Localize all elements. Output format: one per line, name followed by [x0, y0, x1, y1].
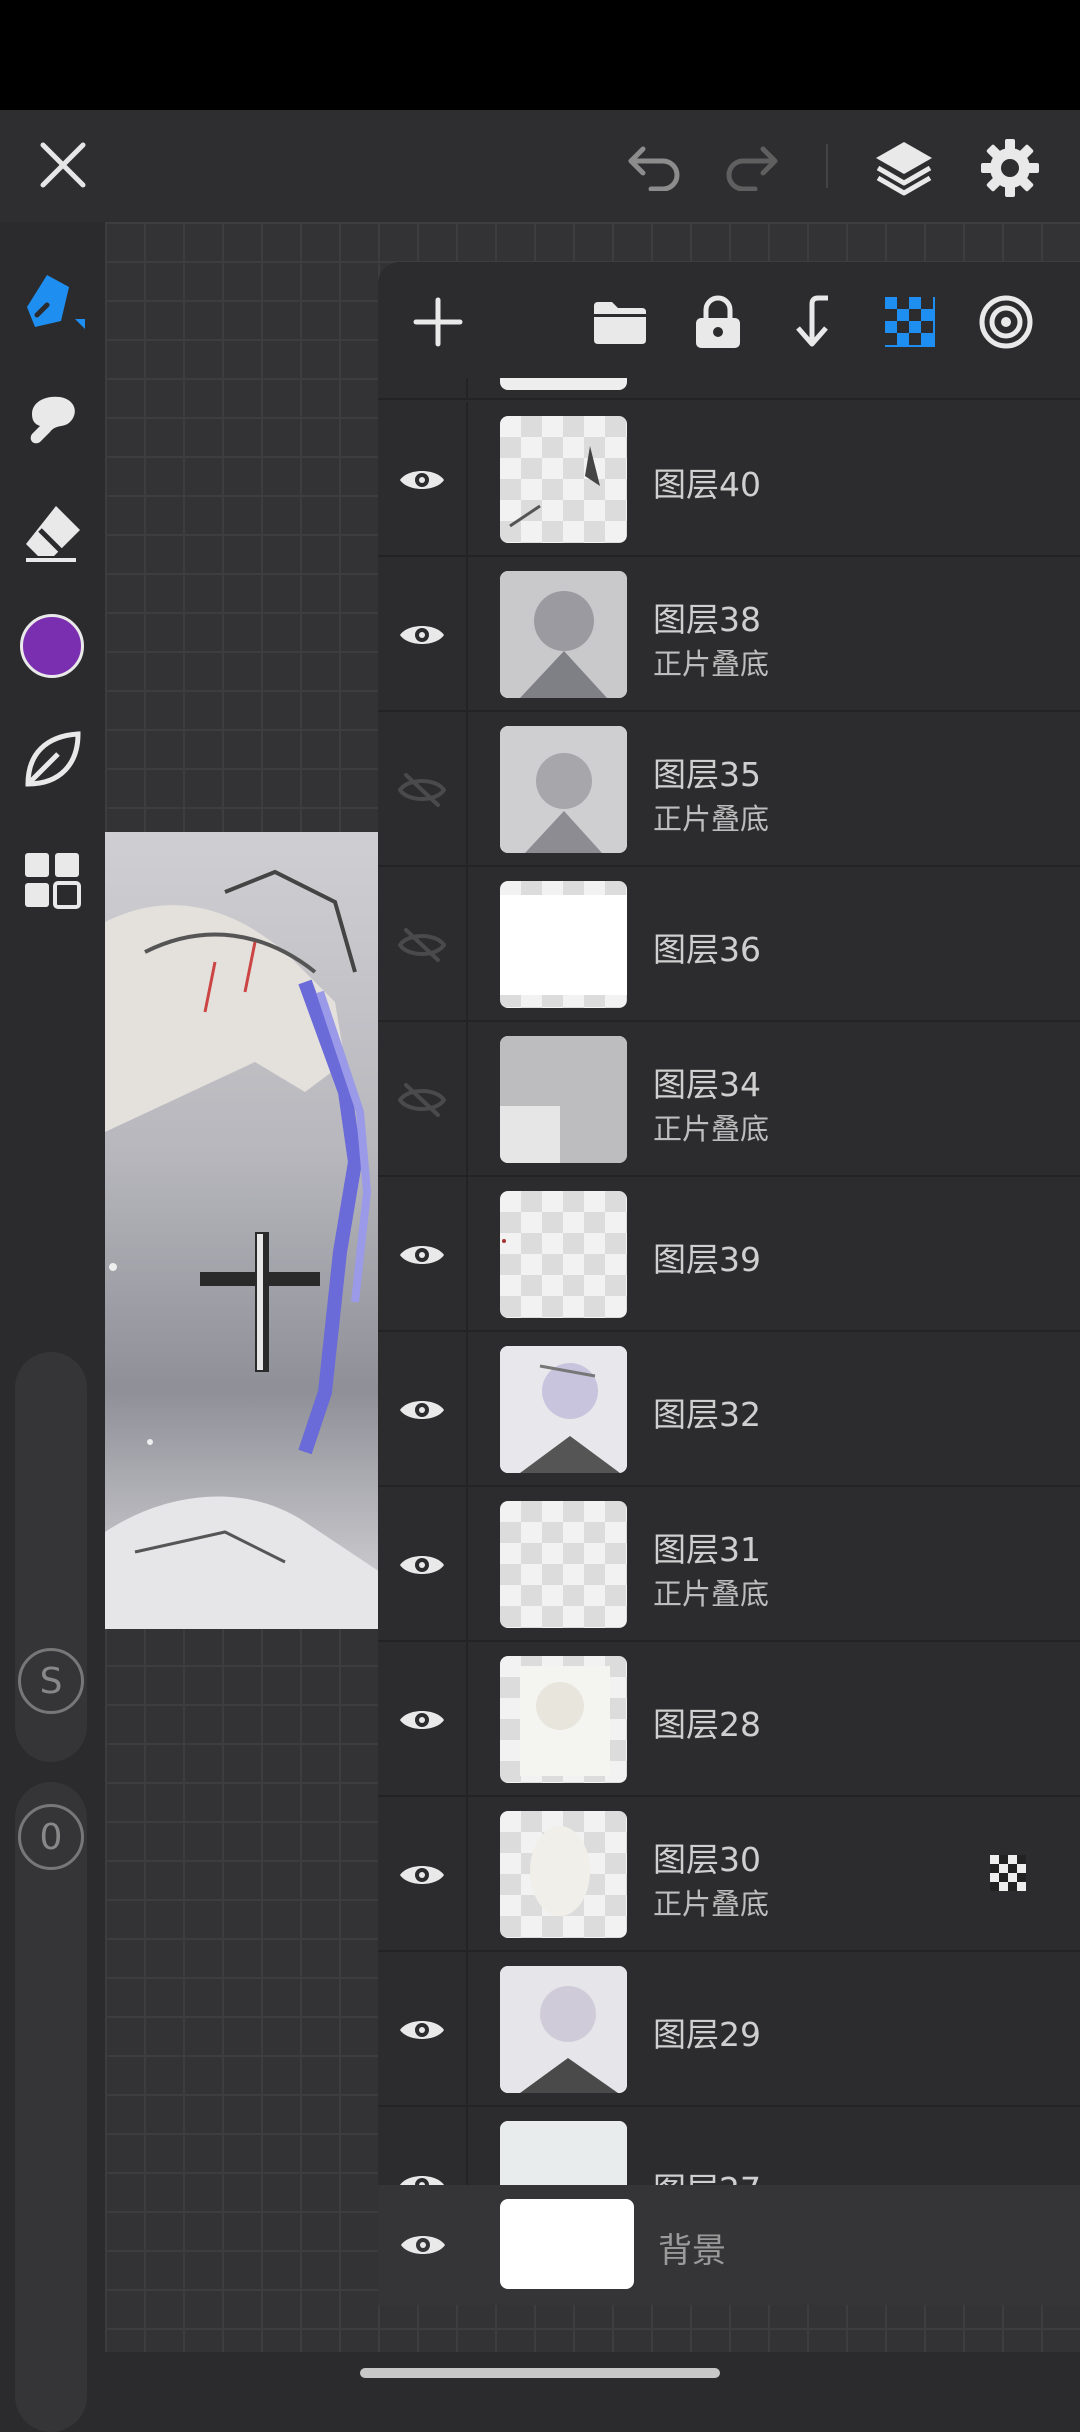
layer-thumbnail [500, 1966, 627, 2093]
layer-name: 图层36 [653, 930, 761, 969]
merge-down-icon[interactable] [782, 290, 846, 354]
eye-icon[interactable] [378, 557, 468, 712]
opacity-slider[interactable]: 0 [15, 1782, 87, 2432]
eye-icon[interactable] [378, 2185, 468, 2305]
eye-icon[interactable] [378, 1797, 468, 1952]
layer-row[interactable]: 图层40 [378, 402, 1080, 557]
layer-thumbnail [500, 1346, 627, 1473]
blend-mode-label: 正片叠底 [653, 1577, 770, 1611]
layer-name: 图层29 [653, 2015, 761, 2054]
pen-icon[interactable] [14, 264, 90, 340]
blend-mode-label: 正片叠底 [653, 1112, 770, 1146]
gear-icon[interactable] [974, 132, 1046, 204]
divider [826, 144, 828, 188]
redo-icon[interactable] [718, 136, 784, 196]
layer-name: 图层40 [653, 465, 761, 504]
layer-row[interactable]: 图层38 正片叠底 [378, 557, 1080, 712]
layer-row[interactable]: 图层28 [378, 1642, 1080, 1797]
checker-icon[interactable] [878, 290, 942, 354]
brush-size-slider[interactable]: S [15, 1352, 87, 1762]
clipping-mask-icon [990, 1855, 1026, 1891]
undo-icon[interactable] [622, 136, 688, 196]
artwork [105, 832, 380, 1629]
smudge-icon[interactable] [14, 378, 90, 454]
layer-name: 背景 [658, 2231, 726, 2271]
layer-thumbnail [500, 881, 627, 1008]
layer-list[interactable]: 图层40 图层38 正片叠底 图层35 正片叠底 图层36 图层34 正片叠底 图层39 图层32… [378, 378, 1080, 2278]
status-bar [0, 0, 1080, 110]
layer-row[interactable]: 图层30 正片叠底 [378, 1797, 1080, 1952]
eye-icon[interactable] [378, 1177, 468, 1332]
layer-row[interactable]: 图层32 [378, 1332, 1080, 1487]
left-toolbar: S 0 [0, 222, 105, 2432]
plus-icon[interactable] [406, 290, 470, 354]
layer-name: 图层32 [653, 1395, 761, 1434]
layer-name: 图层38 [653, 600, 761, 639]
layer-row[interactable]: 图层39 [378, 1177, 1080, 1332]
eye-icon[interactable] [378, 1642, 468, 1797]
leaf-icon[interactable] [14, 722, 90, 798]
eye-hidden-icon[interactable] [378, 1022, 468, 1177]
background-layer-row[interactable]: 背景 [378, 2185, 1080, 2305]
eye-hidden-icon[interactable] [378, 712, 468, 867]
layer-panel: 图层40 图层38 正片叠底 图层35 正片叠底 图层36 图层34 正片叠底 图层39 图层32… [378, 262, 1080, 2305]
layer-name: 图层35 [653, 755, 761, 794]
layer-thumbnail [500, 1191, 627, 1318]
layer-row[interactable]: 图层35 正片叠底 [378, 712, 1080, 867]
layer-row-partial[interactable] [378, 378, 1080, 400]
size-slider-label: S [18, 1648, 84, 1714]
layer-thumbnail [500, 1656, 627, 1783]
layer-name: 图层34 [653, 1065, 761, 1104]
eye-icon[interactable] [378, 402, 468, 557]
color-swatch[interactable] [16, 610, 88, 682]
layer-row[interactable]: 图层36 [378, 867, 1080, 1022]
layer-thumbnail [500, 1036, 627, 1163]
layer-thumbnail [500, 1501, 627, 1628]
eraser-icon[interactable] [14, 494, 90, 570]
layer-thumbnail [500, 726, 627, 853]
layer-name: 图层28 [653, 1705, 761, 1744]
top-bar [0, 110, 1080, 222]
eye-icon[interactable] [378, 1487, 468, 1642]
eye-hidden-icon[interactable] [378, 867, 468, 1022]
home-indicator[interactable] [360, 2368, 720, 2378]
layer-thumbnail [500, 1811, 627, 1938]
lock-icon[interactable] [686, 290, 750, 354]
blend-mode-label: 正片叠底 [653, 647, 770, 681]
blend-mode-label: 正片叠底 [653, 1887, 770, 1921]
layer-thumbnail [500, 416, 627, 543]
layer-name: 图层39 [653, 1240, 761, 1279]
close-icon[interactable] [30, 132, 96, 198]
layer-thumbnail [500, 2199, 634, 2289]
eye-icon[interactable] [378, 1952, 468, 2107]
layer-thumbnail [500, 571, 627, 698]
opacity-slider-label: 0 [18, 1804, 84, 1870]
eye-icon[interactable] [378, 1332, 468, 1487]
blend-mode-label: 正片叠底 [653, 802, 770, 836]
folder-icon[interactable] [588, 290, 652, 354]
layer-row[interactable]: 图层34 正片叠底 [378, 1022, 1080, 1177]
layer-row[interactable]: 图层31 正片叠底 [378, 1487, 1080, 1642]
layer-name: 图层30 [653, 1840, 761, 1879]
layer-name: 图层31 [653, 1530, 761, 1569]
layer-row[interactable]: 图层29 [378, 1952, 1080, 2107]
target-icon[interactable] [974, 290, 1038, 354]
layers-icon[interactable] [868, 132, 940, 204]
layer-panel-toolbar [378, 262, 1080, 378]
grid-menu-icon[interactable] [14, 842, 90, 918]
